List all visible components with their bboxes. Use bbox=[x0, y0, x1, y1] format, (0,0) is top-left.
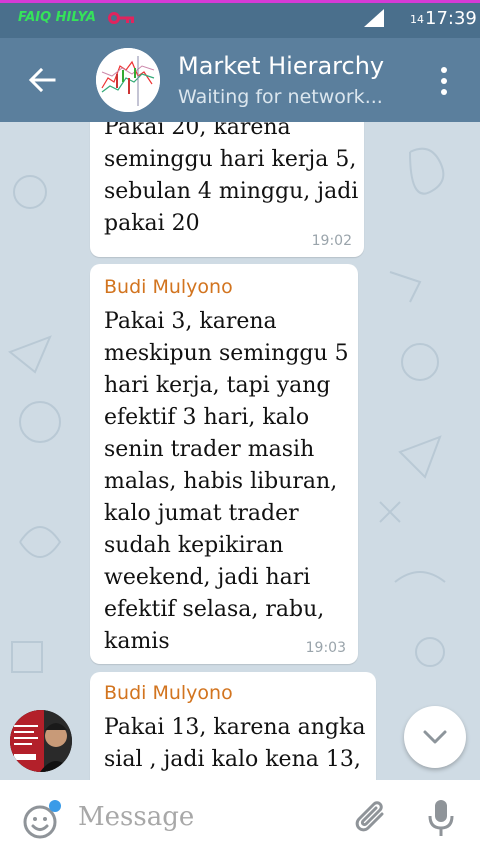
back-icon[interactable] bbox=[26, 64, 58, 96]
message-bubble[interactable]: Budi Mulyono Pakai 3, karena meskipun se… bbox=[90, 264, 358, 664]
message-bubble[interactable]: Budi Mulyono Pakai 13, karena angka sial… bbox=[90, 672, 376, 780]
message-time: 19:03 bbox=[305, 640, 346, 656]
carrier-name: FAIQ HILYA bbox=[18, 10, 96, 25]
chat-header: Market Hierarchy Waiting for network... bbox=[0, 38, 480, 122]
status-bar: FAIQ HILYA 14 17:39 bbox=[0, 0, 480, 38]
message-input[interactable] bbox=[78, 798, 338, 836]
signal-icon bbox=[364, 9, 384, 27]
chevron-down-icon bbox=[423, 730, 447, 744]
message-text: Pakai 20, karena seminggu hari kerja 5, … bbox=[104, 122, 359, 236]
message-text: Pakai 13, karena angka sial , jadi kalo … bbox=[104, 715, 366, 772]
message-time: 19:02 bbox=[311, 233, 352, 249]
mic-icon[interactable] bbox=[426, 798, 456, 838]
status-bar-accent-line bbox=[0, 0, 480, 3]
scroll-to-bottom-button[interactable] bbox=[404, 706, 466, 768]
clock: 17:39 bbox=[425, 8, 477, 29]
sender-name[interactable]: Budi Mulyono bbox=[104, 276, 233, 298]
sender-name[interactable]: Budi Mulyono bbox=[104, 682, 233, 704]
notification-badge: 14 bbox=[410, 13, 424, 26]
avatar[interactable] bbox=[10, 710, 72, 772]
key-icon bbox=[108, 12, 134, 24]
emoji-icon[interactable] bbox=[22, 800, 62, 840]
message-text: Pakai 3, karena meskipun seminggu 5 hari… bbox=[104, 309, 349, 654]
connection-status: Waiting for network... bbox=[178, 86, 383, 108]
message-list[interactable]: Pakai 20, karena seminggu hari kerja 5, … bbox=[0, 122, 480, 780]
chat-title: Market Hierarchy bbox=[178, 52, 385, 80]
sender-photo bbox=[10, 710, 72, 772]
message-bubble[interactable]: Pakai 20, karena seminggu hari kerja 5, … bbox=[90, 122, 364, 257]
attach-icon[interactable] bbox=[354, 798, 390, 838]
composer-bar bbox=[0, 780, 480, 854]
group-avatar[interactable] bbox=[96, 48, 160, 112]
chart-thumbnail-icon bbox=[96, 48, 160, 112]
menu-icon[interactable] bbox=[438, 66, 450, 96]
